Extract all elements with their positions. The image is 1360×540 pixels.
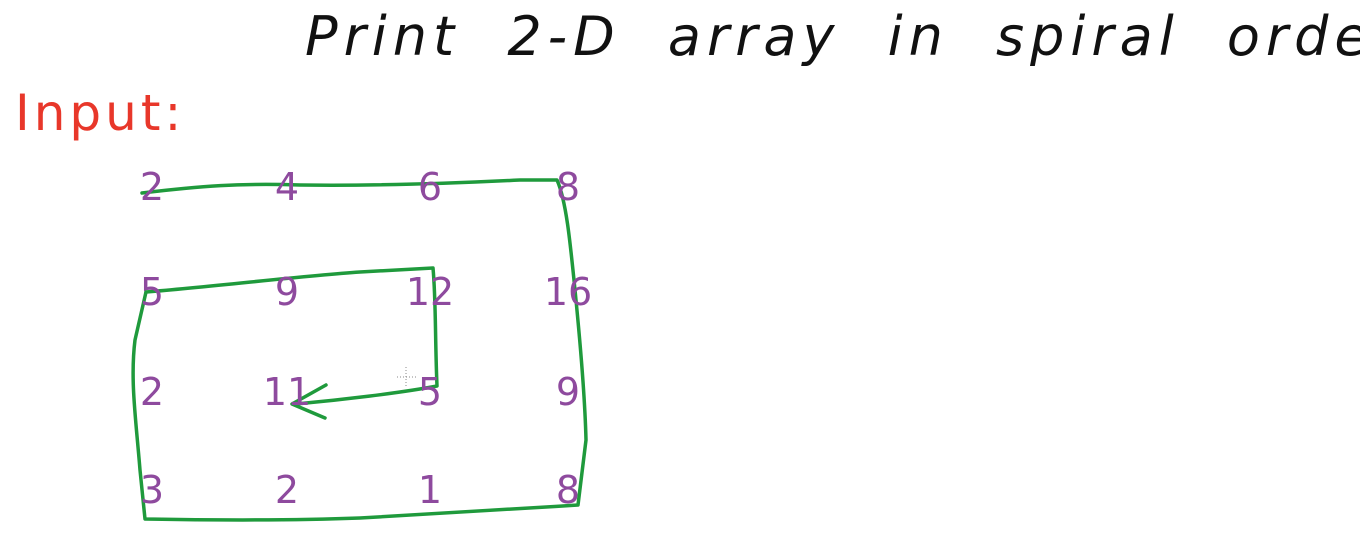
matrix-cell: 8 [556, 165, 580, 209]
matrix-cell: 6 [418, 165, 442, 209]
matrix-cell: 9 [275, 270, 299, 314]
input-label: Input: [15, 84, 185, 142]
matrix-cell: 3 [140, 468, 164, 512]
matrix-cell: 2 [275, 468, 299, 512]
matrix-cell: 8 [556, 468, 580, 512]
matrix-cell: 5 [140, 270, 164, 314]
matrix-cell: 9 [556, 370, 580, 414]
matrix-cell: 16 [544, 270, 592, 314]
page-title: Print 2-D array in spiral order [305, 5, 1360, 68]
whiteboard-canvas: Print 2-D array in spiral order Input: 2… [0, 0, 1360, 540]
matrix-cell: 1 [418, 468, 442, 512]
matrix-cell: 5 [418, 370, 442, 414]
matrix-cell: 12 [406, 270, 454, 314]
whiteboard-background [0, 0, 1360, 540]
matrix-cell: 11 [263, 370, 311, 414]
matrix-cell: 2 [140, 370, 164, 414]
matrix-cell: 4 [275, 165, 299, 209]
matrix-cell: 2 [140, 165, 164, 209]
